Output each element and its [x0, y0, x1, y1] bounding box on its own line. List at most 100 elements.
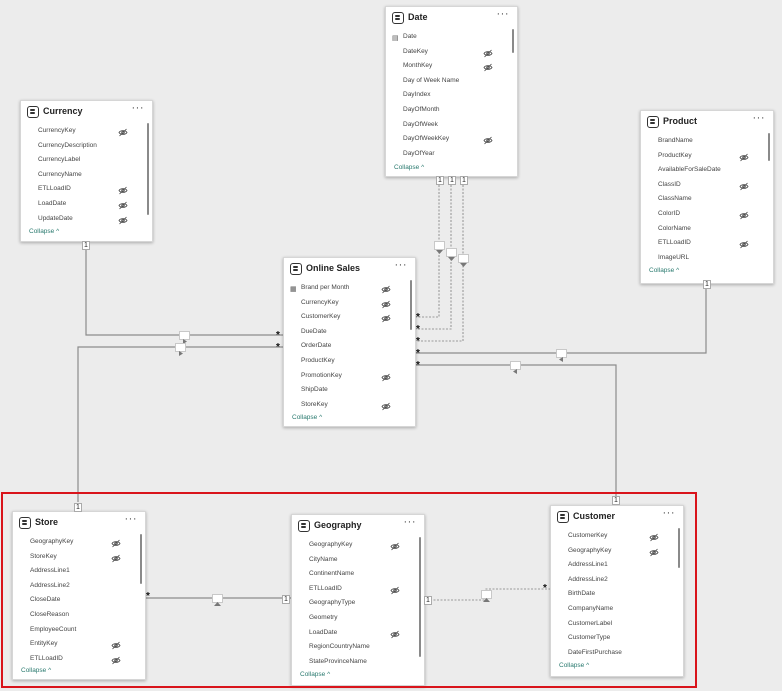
hidden-eye-icon[interactable] [739, 211, 749, 220]
hidden-eye-icon[interactable] [483, 136, 493, 145]
hidden-eye-icon[interactable] [381, 373, 391, 382]
field-row[interactable]: ProductKey [284, 356, 401, 370]
filter-direction-down-icon [434, 241, 445, 254]
field-row[interactable]: DayOfWeek [386, 120, 503, 134]
field-row[interactable]: ▦ Brand per Month [284, 283, 401, 297]
table-card-online-sales[interactable]: Online Sales ··· ▦ Brand per Month Currenc… [283, 257, 416, 427]
field-row[interactable]: ETLLoadID [641, 238, 759, 252]
field-row[interactable]: DayOfMonth [386, 105, 503, 119]
more-options-button[interactable]: ··· [497, 8, 510, 20]
field-row[interactable]: CustomerKey [284, 312, 401, 326]
chevron-up-icon: ^ [421, 164, 425, 171]
cardinality-many: * [416, 336, 420, 347]
hidden-eye-icon[interactable] [118, 216, 128, 225]
hidden-eye-icon[interactable] [381, 285, 391, 294]
table-title: Product [663, 116, 698, 126]
more-options-button[interactable]: ··· [395, 259, 408, 271]
field-row[interactable]: ▤ Date [386, 32, 503, 46]
filter-direction-right-icon [175, 343, 186, 356]
field-row[interactable]: LoadDate [21, 199, 138, 213]
field-row[interactable]: ColorName [641, 224, 759, 238]
field-row[interactable]: Day of Week Name [386, 76, 503, 90]
field-row[interactable]: DayOfWeekKey [386, 134, 503, 148]
field-name: LoadDate [38, 200, 67, 207]
field-row[interactable]: ClassName [641, 194, 759, 208]
field-name: ProductKey [301, 357, 335, 364]
field-row[interactable]: ImageURL [641, 253, 759, 267]
table-card-date[interactable]: Date ··· ▤ Date DateKey MonthKey Day of Week… [385, 6, 518, 177]
field-name: DayOfWeekKey [403, 135, 450, 143]
table-header[interactable]: Date ··· [386, 7, 517, 31]
field-row[interactable]: CurrencyKey [284, 298, 401, 312]
field-row[interactable]: ClassID [641, 180, 759, 194]
cardinality-many: * [416, 348, 420, 359]
field-name: CurrencyKey [38, 127, 76, 134]
field-row[interactable]: CurrencyDescription [21, 141, 138, 155]
field-name: CurrencyName [38, 170, 82, 178]
cardinality-many: * [276, 342, 280, 353]
hidden-eye-icon[interactable] [381, 300, 391, 309]
field-name: ETLLoadID [658, 239, 691, 247]
field-row[interactable]: MonthKey [386, 61, 503, 75]
cardinality-one: 1 [448, 176, 456, 185]
field-name: ClassName [658, 195, 692, 203]
scrollbar[interactable] [768, 133, 770, 161]
hidden-eye-icon[interactable] [118, 186, 128, 195]
hidden-eye-icon[interactable] [739, 240, 749, 249]
field-name: ETLLoadID [38, 185, 71, 193]
calendar-icon: ▤ [392, 35, 399, 42]
hidden-eye-icon[interactable] [739, 153, 749, 162]
field-row[interactable]: DateKey [386, 47, 503, 61]
field-name: StoreKey [301, 400, 328, 408]
hidden-eye-icon[interactable] [739, 182, 749, 191]
field-row[interactable]: PromotionKey [284, 371, 401, 385]
field-name: DayIndex [403, 91, 431, 99]
table-title: Online Sales [306, 263, 361, 273]
field-row[interactable]: UpdateDate [21, 214, 138, 228]
collapse-button[interactable]: Collapse ^ [649, 267, 679, 274]
collapse-button[interactable]: Collapse ^ [394, 164, 424, 171]
field-row[interactable]: CurrencyKey [21, 126, 138, 140]
model-diagram-canvas[interactable]: Date ··· ▤ Date DateKey MonthKey Day of Week… [0, 0, 782, 691]
field-row[interactable]: ShipDate [284, 385, 401, 399]
filter-direction-right-icon [179, 331, 190, 344]
hidden-eye-icon[interactable] [118, 201, 128, 210]
table-card-currency[interactable]: Currency ··· CurrencyKey CurrencyDescript… [20, 100, 153, 242]
collapse-button[interactable]: Collapse ^ [29, 228, 59, 235]
chevron-up-icon: ^ [319, 414, 323, 421]
field-row[interactable]: DayIndex [386, 90, 503, 104]
field-row[interactable]: OrderDate [284, 341, 401, 355]
field-row[interactable]: CurrencyName [21, 170, 138, 184]
hidden-eye-icon[interactable] [381, 402, 391, 411]
hidden-eye-icon[interactable] [483, 63, 493, 72]
table-header[interactable]: Currency ··· [21, 101, 152, 125]
field-row[interactable]: ColorID [641, 209, 759, 223]
field-row[interactable]: ETLLoadID [21, 184, 138, 198]
field-row[interactable]: AvailableForSaleDate [641, 165, 759, 179]
measure-icon: ▦ [290, 286, 297, 293]
scrollbar[interactable] [512, 29, 514, 53]
field-row[interactable]: DueDate [284, 327, 401, 341]
field-row[interactable]: BrandName [641, 136, 759, 150]
more-options-button[interactable]: ··· [753, 112, 766, 124]
table-header[interactable]: Online Sales ··· [284, 258, 415, 282]
cardinality-one: 1 [436, 176, 444, 185]
field-row[interactable]: ProductKey [641, 151, 759, 165]
scrollbar[interactable] [410, 280, 412, 330]
table-header[interactable]: Product ··· [641, 111, 773, 135]
filter-direction-down-icon [458, 254, 469, 267]
hidden-eye-icon[interactable] [118, 128, 128, 137]
cardinality-one: 1 [460, 176, 468, 185]
chevron-up-icon: ^ [676, 267, 680, 274]
field-row[interactable]: StoreKey [284, 400, 401, 414]
more-options-button[interactable]: ··· [132, 102, 145, 114]
collapse-button[interactable]: Collapse ^ [292, 414, 322, 421]
hidden-eye-icon[interactable] [483, 49, 493, 58]
field-row[interactable]: DayOfYear [386, 149, 503, 163]
field-row[interactable]: CurrencyLabel [21, 155, 138, 169]
scrollbar[interactable] [147, 123, 149, 215]
field-name: Day of Week Name [403, 76, 460, 84]
hidden-eye-icon[interactable] [381, 314, 391, 323]
field-name: Date [403, 33, 417, 40]
table-card-product[interactable]: Product ··· BrandName ProductKey Available… [640, 110, 774, 284]
